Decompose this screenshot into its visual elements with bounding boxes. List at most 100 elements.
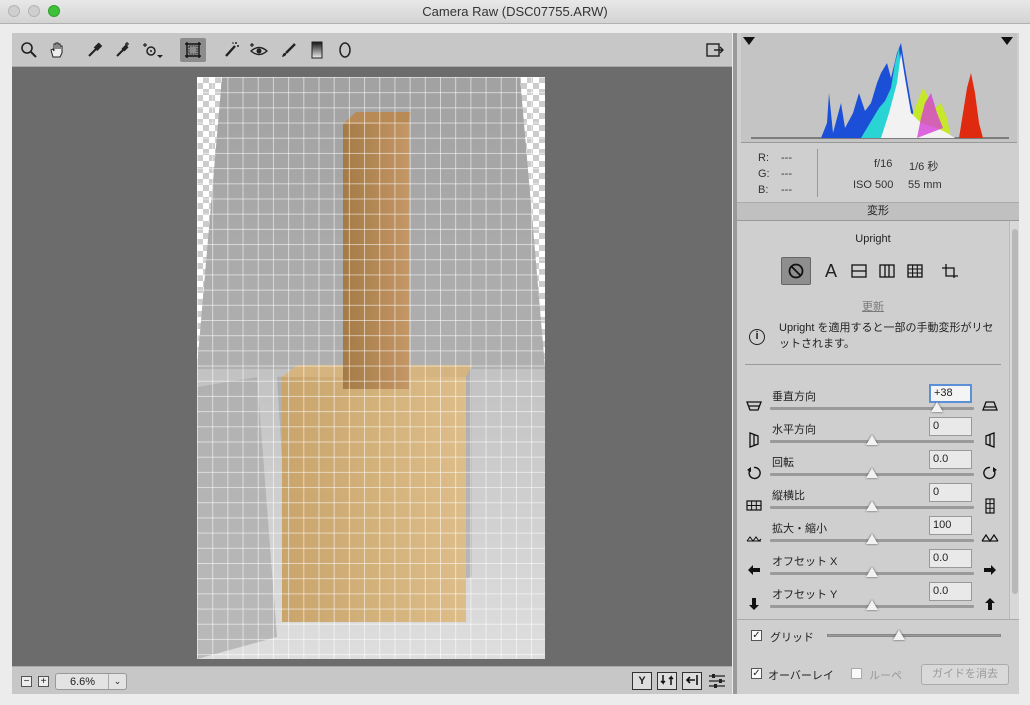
copy-settings-icon[interactable]: [682, 672, 702, 690]
status-bar: − + 6.6% ⌄ Y: [12, 666, 732, 694]
hand-tool-icon[interactable]: [44, 38, 70, 62]
vertical-perspective-left-icon[interactable]: [745, 399, 763, 415]
histogram: [741, 33, 1017, 143]
b-value: ---: [781, 184, 792, 196]
loupe-checkbox[interactable]: [851, 668, 862, 679]
slider-value-field[interactable]: 0.0: [929, 450, 972, 469]
r-label: R:: [758, 152, 769, 164]
slider-track[interactable]: [770, 402, 974, 412]
full-grid-icon: [907, 264, 923, 278]
zoom-in-button[interactable]: +: [38, 676, 49, 687]
slider-thumb[interactable]: [866, 501, 878, 511]
no-entry-icon: [788, 263, 804, 279]
spot-removal-tool-icon[interactable]: [218, 38, 244, 62]
settings-icon[interactable]: [707, 672, 727, 690]
slider-label: 縦横比: [772, 490, 805, 502]
grid-size-slider-thumb[interactable]: [893, 630, 906, 640]
tool-bar: [12, 33, 732, 67]
upright-info-text: Upright を適用すると一部の手動変形がリセットされます。: [779, 322, 994, 350]
clear-guides-button[interactable]: ガイドを消去: [921, 664, 1009, 685]
slider-track[interactable]: [770, 600, 974, 610]
slider-track[interactable]: [770, 501, 974, 511]
grid-size-slider[interactable]: [827, 630, 1001, 640]
focal-length-value: 55 mm: [908, 179, 942, 191]
toggle-before-after-icon[interactable]: Y: [632, 672, 652, 690]
iso-value: ISO 500: [853, 179, 894, 191]
targeted-adjustment-tool-icon[interactable]: [140, 38, 166, 62]
slider-label: 拡大・縮小: [772, 523, 827, 535]
offset-up-arrow-icon[interactable]: [981, 597, 999, 613]
slider-track[interactable]: [770, 567, 974, 577]
upright-off-button[interactable]: [781, 257, 811, 285]
zoom-level-dropdown[interactable]: 6.6% ⌄: [55, 673, 127, 690]
aspect-wide-icon[interactable]: [745, 498, 763, 514]
slider-track[interactable]: [770, 468, 974, 478]
image-preview-area[interactable]: [12, 67, 732, 666]
scale-down-icon[interactable]: [745, 531, 763, 547]
slider-thumb[interactable]: [866, 468, 878, 478]
slider-thumb[interactable]: [866, 600, 878, 610]
zoom-tool-icon[interactable]: [16, 38, 42, 62]
offset-right-arrow-icon[interactable]: [981, 564, 999, 580]
zoom-out-button[interactable]: −: [21, 676, 32, 687]
horizontal-perspective-right-icon[interactable]: [981, 432, 999, 448]
slider-track[interactable]: [770, 435, 974, 445]
slider-value-field[interactable]: 0.0: [929, 549, 972, 568]
upright-guided-button[interactable]: [935, 257, 965, 285]
slider-label: 回転: [772, 457, 794, 469]
overlay-checkbox[interactable]: ✓: [751, 668, 762, 679]
transform-tool-icon[interactable]: [180, 38, 206, 62]
slider-value-field[interactable]: 100: [929, 516, 972, 535]
slider-value-field[interactable]: +38: [929, 384, 972, 403]
slider-thumb[interactable]: [866, 435, 878, 445]
adjustments-panel: R: --- G: --- B: --- f/16 1/6 秒 ISO 500 …: [737, 33, 1019, 694]
scale-up-icon[interactable]: [981, 531, 999, 547]
rotate-left-icon[interactable]: [745, 465, 763, 481]
transform-section-tab: 変形: [737, 203, 1019, 221]
window-title: Camera Raw (DSC07755.ARW): [422, 4, 608, 19]
overlay-label: オーバーレイ: [768, 670, 834, 682]
readout-divider: [817, 149, 818, 197]
red-eye-removal-tool-icon[interactable]: [246, 38, 272, 62]
aspect-tall-icon[interactable]: [981, 498, 999, 514]
shutter-speed-value: 1/6 秒: [909, 161, 939, 173]
image-preview: [197, 77, 545, 659]
slider-thumb[interactable]: [866, 567, 878, 577]
slider-track[interactable]: [770, 534, 974, 544]
white-balance-tool-icon[interactable]: [82, 38, 108, 62]
adjustment-brush-icon[interactable]: [276, 38, 302, 62]
upright-level-button[interactable]: [844, 257, 874, 285]
level-icon: [851, 264, 867, 278]
transform-panel-scroll-area[interactable]: Upright A 更新 i Upright を適用すると一部の手動変形がリセッ…: [737, 221, 1009, 619]
panel-scrollbar[interactable]: [1009, 221, 1019, 619]
vertical-icon: [879, 264, 895, 278]
vertical-perspective-right-icon[interactable]: [981, 399, 999, 415]
slider-value-field[interactable]: 0: [929, 417, 972, 436]
offset-down-arrow-icon[interactable]: [745, 597, 763, 613]
histogram-graph: [743, 37, 1013, 139]
zoom-level-value: 6.6%: [70, 676, 96, 688]
offset-left-arrow-icon[interactable]: [745, 564, 763, 580]
open-preferences-icon[interactable]: [702, 38, 728, 62]
rotate-right-icon[interactable]: [981, 465, 999, 481]
upright-auto-button[interactable]: A: [816, 257, 846, 285]
slider-thumb[interactable]: [931, 402, 944, 412]
color-sampler-tool-icon[interactable]: [110, 38, 136, 62]
radial-filter-icon[interactable]: [332, 38, 358, 62]
scrollbar-thumb[interactable]: [1012, 229, 1018, 594]
upright-vertical-button[interactable]: [872, 257, 902, 285]
info-icon: i: [749, 329, 765, 345]
grid-checkbox[interactable]: ✓: [751, 630, 762, 641]
slider-label: オフセット Y: [772, 589, 838, 601]
update-link[interactable]: 更新: [737, 298, 1009, 314]
slider-thumb[interactable]: [866, 534, 878, 544]
shadow-clipping-warning-icon: [743, 37, 755, 45]
slider-value-field[interactable]: 0.0: [929, 582, 972, 601]
horizontal-perspective-left-icon[interactable]: [745, 432, 763, 448]
upright-full-button[interactable]: [900, 257, 930, 285]
swap-before-after-icon[interactable]: [657, 672, 677, 690]
slider-value-field[interactable]: 0: [929, 483, 972, 502]
graduated-filter-icon[interactable]: [304, 38, 330, 62]
section-divider: [745, 364, 1001, 365]
upright-info-box: i Upright を適用すると一部の手動変形がリセットされます。: [749, 320, 999, 354]
